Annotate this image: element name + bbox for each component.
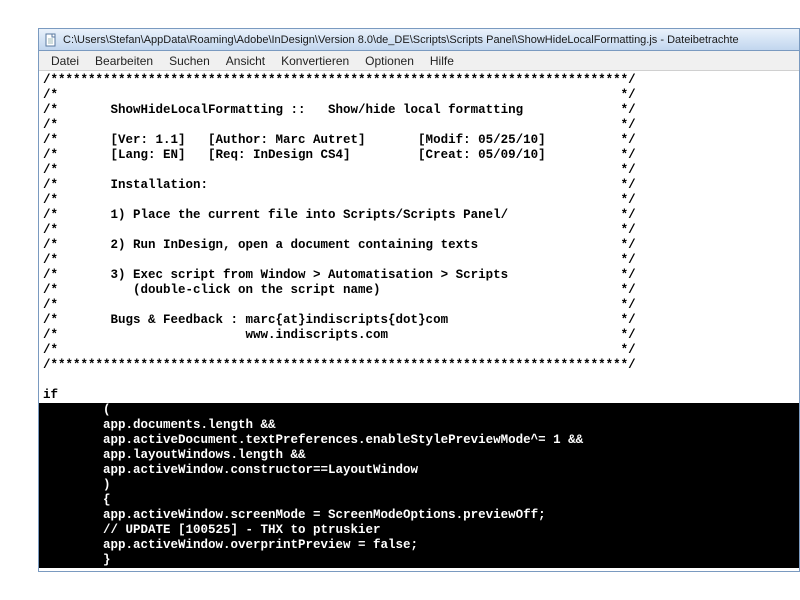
code-line: /***************************************…	[43, 358, 636, 372]
code-line: /* 2) Run InDesign, open a document cont…	[43, 238, 636, 252]
code-line: )	[43, 478, 111, 492]
menu-bar: Datei Bearbeiten Suchen Ansicht Konverti…	[39, 51, 799, 71]
code-line: /* Bugs & Feedback : marc{at}indiscripts…	[43, 313, 636, 327]
code-line: /* */	[43, 253, 636, 267]
code-line: /* */	[43, 343, 636, 357]
code-line: // UPDATE [100525] - THX to ptruskier	[43, 523, 381, 537]
menu-optionen[interactable]: Optionen	[357, 51, 422, 70]
code-line: app.activeWindow.screenMode = ScreenMode…	[43, 508, 546, 522]
code-line: app.activeDocument.textPreferences.enabl…	[43, 433, 583, 447]
code-line: /* [Ver: 1.1] [Author: Marc Autret] [Mod…	[43, 133, 636, 147]
window-title: C:\Users\Stefan\AppData\Roaming\Adobe\In…	[63, 34, 739, 46]
code-if-keyword: if	[43, 388, 58, 402]
code-line: /* */	[43, 193, 636, 207]
code-line: /* */	[43, 88, 636, 102]
text-cursor	[303, 547, 304, 561]
code-line: /* 1) Place the current file into Script…	[43, 208, 636, 222]
selected-text: ( app.documents.length && app.activeDocu…	[39, 403, 799, 568]
code-line: /* */	[43, 118, 636, 132]
menu-ansicht[interactable]: Ansicht	[218, 51, 273, 70]
code-line: app.documents.length &&	[43, 418, 276, 432]
code-line: /* www.indiscripts.com */	[43, 328, 636, 342]
code-line: /* */	[43, 298, 636, 312]
code-line: (	[43, 403, 111, 417]
code-line: {	[43, 493, 111, 507]
code-line: }	[43, 553, 111, 567]
code-line: /* (double-click on the script name) */	[43, 283, 636, 297]
code-line: /* Installation: */	[43, 178, 636, 192]
window-frame: C:\Users\Stefan\AppData\Roaming\Adobe\In…	[38, 28, 800, 572]
code-line: /* */	[43, 223, 636, 237]
menu-hilfe[interactable]: Hilfe	[422, 51, 462, 70]
document-icon	[43, 32, 59, 48]
menu-suchen[interactable]: Suchen	[161, 51, 218, 70]
code-line: /* */	[43, 163, 636, 177]
code-line: /* 3) Exec script from Window > Automati…	[43, 268, 636, 282]
menu-konvertieren[interactable]: Konvertieren	[273, 51, 357, 70]
code-line: /* [Lang: EN] [Req: InDesign CS4] [Creat…	[43, 148, 636, 162]
menu-bearbeiten[interactable]: Bearbeiten	[87, 51, 161, 70]
code-line: app.layoutWindows.length &&	[43, 448, 306, 462]
code-content[interactable]: /***************************************…	[39, 71, 799, 570]
code-line: /***************************************…	[43, 73, 636, 87]
code-line: app.activeWindow.constructor==LayoutWind…	[43, 463, 418, 477]
code-line: /* ShowHideLocalFormatting :: Show/hide …	[43, 103, 636, 117]
title-bar: C:\Users\Stefan\AppData\Roaming\Adobe\In…	[39, 29, 799, 51]
menu-datei[interactable]: Datei	[43, 51, 87, 70]
code-line: app.activeWindow.overprintPreview = fals…	[43, 538, 418, 552]
